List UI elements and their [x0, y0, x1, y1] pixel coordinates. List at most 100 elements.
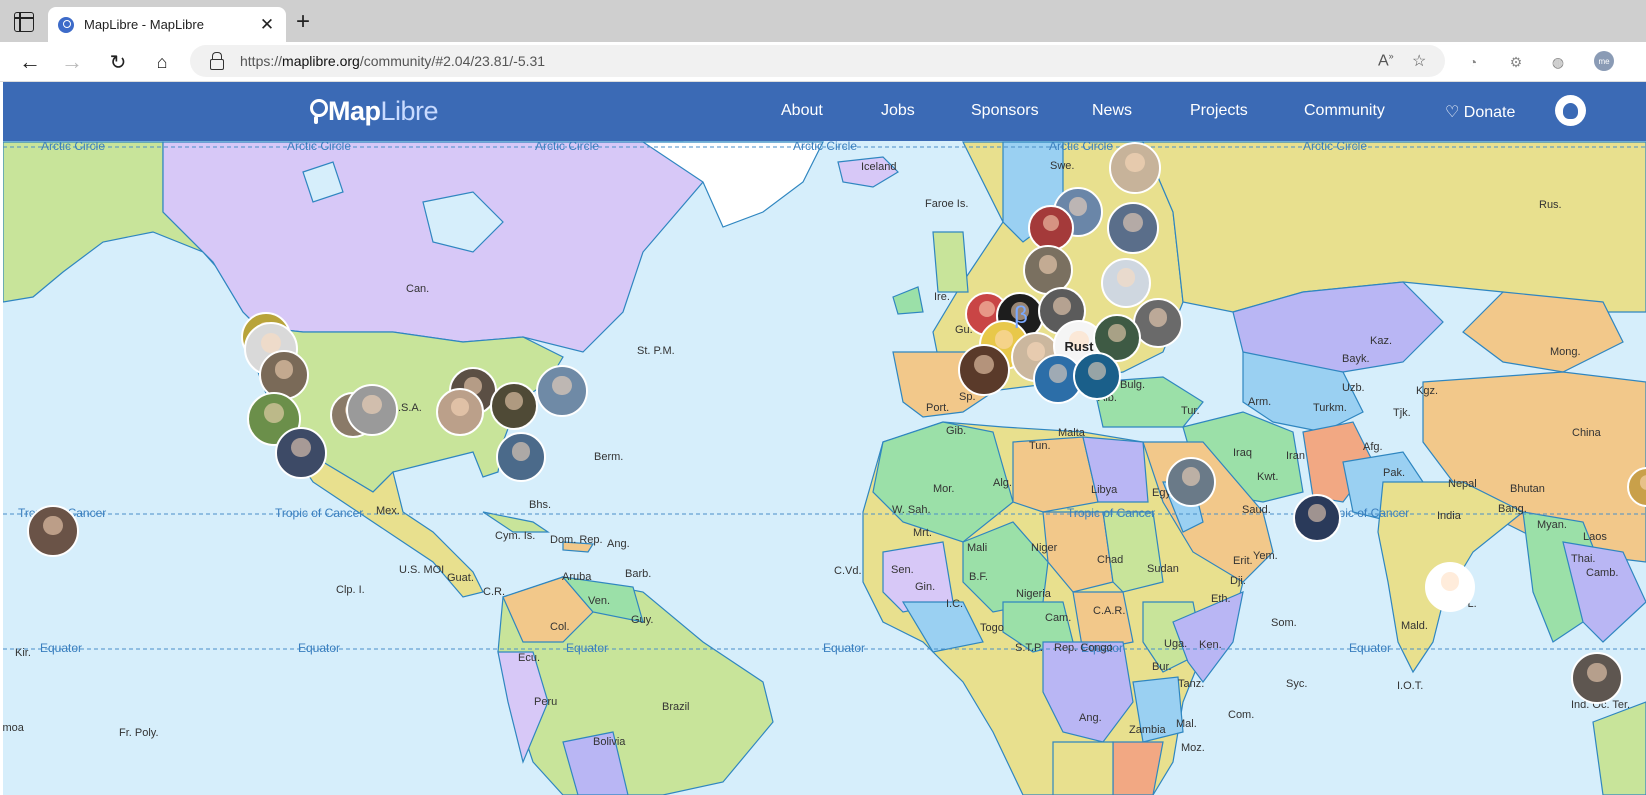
nav-news[interactable]: News: [1092, 102, 1132, 120]
country-label: Niger: [1031, 542, 1058, 554]
country-label: Uga.: [1164, 638, 1188, 650]
nav-sponsors[interactable]: Sponsors: [971, 102, 1039, 120]
maplibre-logo[interactable]: MapLibre: [308, 95, 439, 127]
nav-about[interactable]: About: [781, 102, 823, 120]
country-label: Barb.: [625, 568, 652, 580]
country-label: Dom. Rep.: [550, 534, 603, 546]
contributor-avatar[interactable]: [1425, 562, 1475, 612]
country-label: Faroe Is.: [925, 198, 969, 210]
arctic-circle-label: Arctic Circle: [793, 139, 858, 153]
country-label: Mong.: [1550, 346, 1581, 358]
url-scheme: https://: [240, 53, 283, 69]
contributor-avatar[interactable]: [1101, 258, 1151, 308]
contributor-avatar[interactable]: [275, 427, 327, 479]
country-label: Myan.: [1537, 519, 1567, 531]
country-label: Com.: [1228, 709, 1255, 721]
nav-community[interactable]: Community: [1304, 102, 1385, 120]
country-label: Bhs.: [529, 499, 552, 511]
country-label: Bur.: [1152, 661, 1172, 673]
back-button[interactable]: ←: [16, 48, 44, 76]
country-label: Aruba: [562, 571, 592, 583]
country-label: Fr. Poly.: [119, 727, 159, 739]
profile-icon[interactable]: me: [1594, 51, 1614, 71]
country-label: Ven.: [588, 595, 611, 607]
contributor-avatar[interactable]: [1571, 652, 1623, 704]
country-label: Saud.: [1242, 504, 1271, 516]
nav-donate[interactable]: ♡ Donate: [1445, 102, 1515, 122]
github-icon[interactable]: [1555, 95, 1586, 126]
country-label: Ken.: [1199, 639, 1222, 651]
new-tab-button[interactable]: +: [296, 10, 310, 34]
country-label: U.S. MOI: [399, 564, 445, 576]
active-tab[interactable]: MapLibre - MapLibre ✕: [48, 7, 286, 42]
country-label: Zambia: [1129, 724, 1166, 736]
country-label: Bulg.: [1120, 379, 1146, 391]
nav-projects[interactable]: Projects: [1190, 102, 1248, 120]
contributor-avatar[interactable]: [1107, 202, 1159, 254]
country-label: Mal.: [1176, 718, 1197, 730]
country-label: Arm.: [1248, 396, 1272, 408]
contributor-avatar[interactable]: [1293, 494, 1341, 542]
country-label: Swe.: [1050, 160, 1075, 172]
contributor-avatar[interactable]: [436, 388, 484, 436]
country-label: Eth.: [1211, 593, 1231, 605]
nav-jobs[interactable]: Jobs: [881, 102, 915, 120]
contributor-avatar[interactable]: [496, 432, 546, 482]
collections-icon[interactable]: ⚙: [1505, 51, 1527, 73]
country-label: Bhutan: [1510, 483, 1545, 495]
close-icon[interactable]: ✕: [258, 15, 276, 35]
country-label: Gib.: [946, 425, 967, 437]
country-label: Kgz.: [1416, 385, 1439, 397]
extension-icon[interactable]: ◔: [1462, 51, 1484, 73]
browser-essentials-icon[interactable]: ◍: [1547, 51, 1569, 73]
country-label: Rep. Congo: [1054, 642, 1113, 654]
read-aloud-icon[interactable]: A»: [1378, 51, 1394, 70]
country-label: Mali: [967, 542, 988, 554]
country-label: Turkm.: [1313, 402, 1347, 414]
tropic-of-cancer-label: Tropic of Cancer: [275, 506, 364, 520]
country-label: Rus.: [1539, 199, 1562, 211]
address-bar[interactable]: https://maplibre.org/community/#2.04/23.…: [190, 45, 1445, 77]
country-label: Camb.: [1586, 567, 1619, 579]
reload-button[interactable]: ↻: [104, 48, 132, 76]
contributor-avatar[interactable]: [958, 344, 1010, 396]
home-icon: ⌂: [156, 51, 168, 72]
country-label: Guy.: [631, 614, 654, 626]
url-host: maplibre.org: [282, 53, 360, 69]
country-label: Mrt.: [913, 527, 932, 539]
contributor-avatar[interactable]: [27, 505, 79, 557]
country-label: Nigeria: [1016, 588, 1051, 600]
country-label: Bayk.: [1342, 353, 1370, 365]
favorite-icon[interactable]: ☆: [1412, 51, 1426, 71]
contributor-avatar[interactable]: [1166, 457, 1216, 507]
forward-icon: →: [61, 49, 83, 74]
country-label: Mex.: [376, 505, 400, 517]
community-map[interactable]: Arctic Circle Arctic Circle Arctic Circl…: [3, 82, 1646, 795]
contributor-avatar[interactable]: [346, 384, 398, 436]
contributor-avatar[interactable]: [490, 382, 538, 430]
reload-icon: ↻: [109, 51, 127, 74]
contributor-avatar[interactable]: [1109, 142, 1161, 194]
contributor-avatar[interactable]: [1028, 205, 1074, 251]
country-label: Malta: [1058, 427, 1085, 439]
country-label: Yem.: [1253, 550, 1278, 562]
country-label: Port.: [926, 402, 950, 414]
forward-button[interactable]: →: [58, 48, 86, 76]
logo-text-bold: Map: [328, 95, 381, 126]
equator-label: Equator: [298, 641, 341, 655]
lock-icon[interactable]: [210, 52, 224, 70]
country-label: Pak.: [1383, 467, 1406, 479]
country-label: Cym. Is.: [495, 530, 536, 542]
equator-label: Equator: [40, 641, 83, 655]
arctic-circle-label: Arctic Circle: [41, 139, 106, 153]
contributor-avatar[interactable]: Rust: [1053, 320, 1105, 372]
url-text[interactable]: https://maplibre.org/community/#2.04/23.…: [240, 53, 545, 69]
tab-actions-icon[interactable]: [14, 12, 34, 32]
country-label: C.Vd.: [834, 565, 862, 577]
country-label: Mor.: [933, 483, 955, 495]
contributor-avatar[interactable]: [536, 365, 588, 417]
logo-text-light: Libre: [380, 95, 439, 126]
home-button[interactable]: ⌂: [148, 48, 176, 76]
country-label: Kwt.: [1257, 471, 1279, 483]
country-label: China: [1572, 427, 1601, 439]
